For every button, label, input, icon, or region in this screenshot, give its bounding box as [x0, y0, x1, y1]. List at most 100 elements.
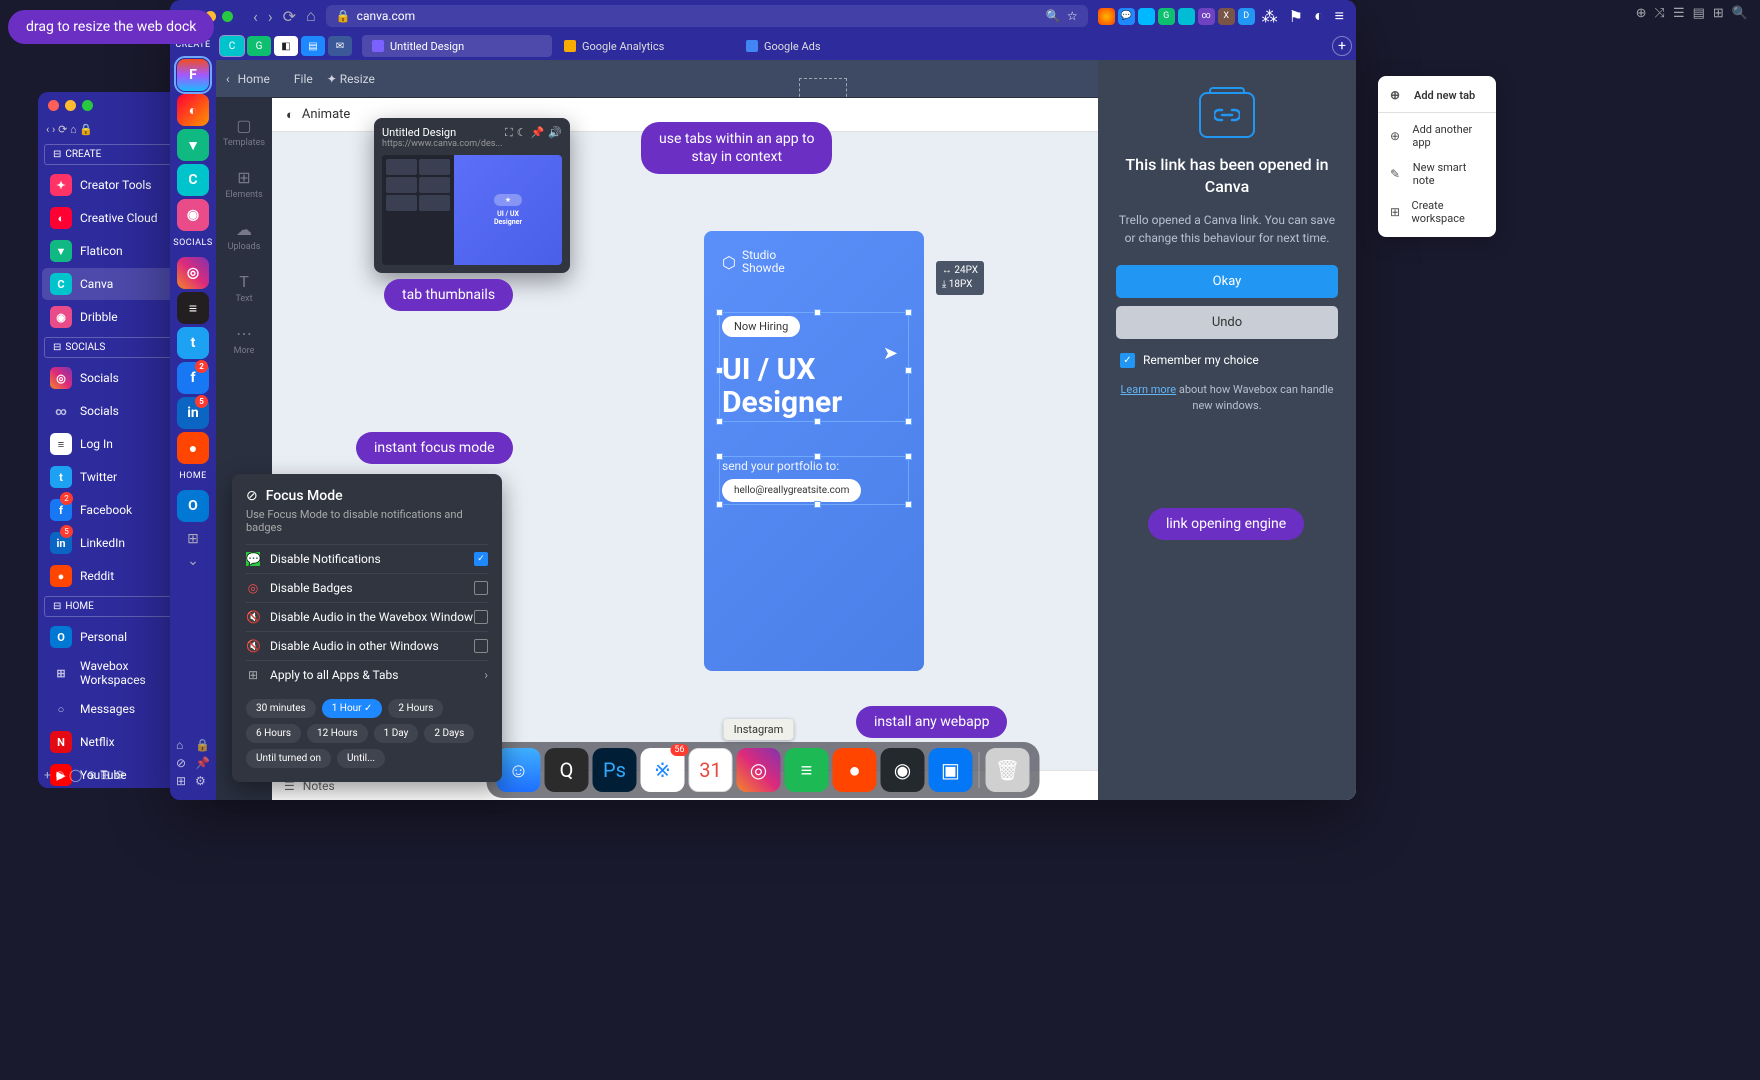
focus-row[interactable]: 🔇Disable Audio in other Windows — [246, 631, 488, 660]
apply-all-row[interactable]: ⊞Apply to all Apps & Tabs› — [246, 660, 488, 689]
menu-icon[interactable]: ≡ — [1331, 6, 1348, 26]
dock-app-creativecloud[interactable]: ◐ — [177, 94, 209, 126]
time-chip[interactable]: 30 minutes — [246, 699, 316, 718]
pin-icon[interactable]: 📌 — [531, 126, 545, 140]
dock-app-reddit[interactable]: ● — [177, 432, 209, 464]
dock-finder[interactable]: ☺ — [497, 748, 541, 792]
back-icon[interactable]: ‹ — [226, 72, 230, 86]
time-chip[interactable]: Until turned on — [246, 749, 331, 768]
dock-app-flaticon[interactable]: ▼ — [177, 129, 209, 161]
plus-icon: + — [44, 768, 51, 782]
focus-row[interactable]: 💬Disable Notifications✓ — [246, 544, 488, 573]
canvas-side-text[interactable]: TText — [235, 262, 252, 314]
design-card[interactable]: ⬡Studio Showde ↔ 24PX⤓ 18PX Now Hiring ➤… — [704, 231, 924, 671]
tab-google-ads[interactable]: Google Ads — [736, 35, 916, 57]
learn-more-link[interactable]: Learn more — [1120, 383, 1176, 396]
ext-icon[interactable]: D — [1238, 8, 1255, 25]
ext-icon[interactable] — [1098, 8, 1115, 25]
ext-icon[interactable]: 💬 — [1118, 8, 1135, 25]
remember-checkbox[interactable]: ✓Remember my choice — [1116, 353, 1259, 368]
okay-button[interactable]: Okay — [1116, 265, 1338, 298]
ctx-add-new-tab[interactable]: ⊕Add new tab — [1378, 82, 1496, 108]
time-chip[interactable]: 2 Hours — [388, 699, 443, 718]
time-chip[interactable]: 1 Day — [374, 724, 419, 743]
time-chip[interactable]: 2 Days — [424, 724, 474, 743]
time-chip[interactable]: 1 Hour — [322, 699, 383, 718]
ext-icon[interactable]: X — [1218, 8, 1235, 25]
dock-header-socials: SOCIALS — [173, 234, 212, 252]
thumb-preview: ★UI / UX Designer — [382, 155, 562, 265]
dock-app-canva[interactable]: C — [177, 164, 209, 196]
dock-calendar[interactable]: 31 — [689, 748, 733, 792]
app-badge[interactable]: G — [247, 36, 271, 56]
dock-keynote[interactable]: ▣ — [929, 748, 973, 792]
dock-app-dribble[interactable]: ◉ — [177, 199, 209, 231]
search-icon: 🔍 — [1732, 6, 1748, 21]
dock-github[interactable]: ◉ — [881, 748, 925, 792]
profile-icon[interactable]: ◐ — [1310, 6, 1328, 26]
tab-google-analytics[interactable]: Google Analytics — [554, 35, 734, 57]
canvas-side-uploads[interactable]: ☁Uploads — [228, 210, 261, 262]
nav-back-icon[interactable]: ‹ — [253, 7, 258, 26]
dock-app-instagram[interactable]: ◎ — [177, 257, 209, 289]
search-icon[interactable]: 🔍 — [1046, 9, 1061, 23]
add-tab-button[interactable]: + — [1332, 36, 1352, 56]
moon-icon[interactable]: ☾ — [517, 126, 527, 140]
dock-tooltip: Instagram — [724, 719, 794, 740]
audio-icon[interactable]: 🔊 — [548, 126, 562, 140]
ctx-new-smart-note[interactable]: ✎New smart note — [1378, 155, 1496, 193]
ctx-add-another-app[interactable]: ⊕Add another app — [1378, 117, 1496, 155]
dock-reddit[interactable]: ● — [833, 748, 877, 792]
star-icon[interactable]: ☆ — [1067, 9, 1078, 23]
url-bar[interactable]: 🔒 canva.com 🔍 ☆ — [326, 5, 1088, 27]
app-badge[interactable]: ◧ — [274, 36, 298, 56]
focus-row[interactable]: 🔇Disable Audio in the Wavebox Window — [246, 602, 488, 631]
tag-resize: drag to resize the web dock — [8, 10, 214, 44]
dock-app-buffer[interactable]: ≡ — [177, 292, 209, 324]
ext-icon[interactable]: ⚑ — [1285, 7, 1307, 26]
dock-instagram[interactable]: ◎Instagram — [737, 748, 781, 792]
time-chip[interactable]: 12 Hours — [307, 724, 368, 743]
dock-photoshop[interactable]: Ps — [593, 748, 637, 792]
chevron-down-icon[interactable]: ⌄ — [187, 553, 199, 569]
time-chip[interactable]: 6 Hours — [246, 724, 301, 743]
dock-trash[interactable]: 🗑 — [986, 748, 1030, 792]
tab-untitled-design[interactable]: Untitled Design — [362, 35, 552, 57]
canvas-side-templates[interactable]: ▢Templates — [223, 106, 265, 158]
dock-wavebox[interactable]: ※56 — [641, 748, 685, 792]
global-icons[interactable]: ⊕⤨☰▤⊞🔍 — [1636, 6, 1748, 21]
app-badge[interactable]: ✉ — [328, 36, 352, 56]
dock-quicktime[interactable]: Q — [545, 748, 589, 792]
focus-row[interactable]: ◎Disable Badges — [246, 573, 488, 602]
dock-bottom[interactable]: ⌂🔒⊘ 📌⊞⚙ — [170, 732, 216, 794]
ext-icon[interactable] — [1138, 8, 1155, 25]
ext-icon[interactable] — [1178, 8, 1195, 25]
canvas-side-elements[interactable]: ⊞Elements — [225, 158, 262, 210]
dock-app-figma[interactable]: F — [177, 59, 209, 91]
dock-app-outlook[interactable]: O — [177, 490, 209, 522]
ext-icon[interactable]: G — [1158, 8, 1175, 25]
dock-app-twitter[interactable]: t — [177, 327, 209, 359]
time-chip[interactable]: Until... — [337, 749, 385, 768]
app-badge[interactable]: C — [220, 36, 244, 56]
expand-icon[interactable]: ⛶ — [505, 126, 513, 140]
file-menu[interactable]: File — [294, 72, 313, 86]
dock-app-facebook[interactable]: f2 — [177, 362, 209, 394]
ctx-create-workspace[interactable]: ⊞Create workspace — [1378, 193, 1496, 231]
dock-app-linkedin[interactable]: in5 — [177, 397, 209, 429]
back-bottom-icons[interactable]: +⊛◯⊕⊞⚙ — [44, 768, 125, 782]
tab-thumbnail-popup: Untitled Designhttps://www.canva.com/des… — [374, 118, 570, 273]
ext-icon[interactable]: ∞ — [1198, 8, 1215, 25]
app-badge[interactable]: ▤ — [301, 36, 325, 56]
dock-spotify[interactable]: ≡ — [785, 748, 829, 792]
nav-fwd-icon[interactable]: › — [268, 7, 273, 26]
home-icon[interactable]: ⌂ — [306, 6, 316, 26]
canvas-side-more[interactable]: ⋯More — [234, 314, 255, 366]
reload-icon[interactable]: ⟳ — [283, 7, 296, 26]
home-link[interactable]: Home — [238, 72, 270, 86]
resize-menu[interactable]: ✦ Resize — [327, 72, 375, 86]
puzzle-icon[interactable]: ⁂ — [1258, 7, 1282, 26]
portfolio-text: send your portfolio to: — [722, 459, 906, 473]
undo-button[interactable]: Undo — [1116, 306, 1338, 339]
grid-icon[interactable]: ⊞ — [187, 531, 199, 547]
